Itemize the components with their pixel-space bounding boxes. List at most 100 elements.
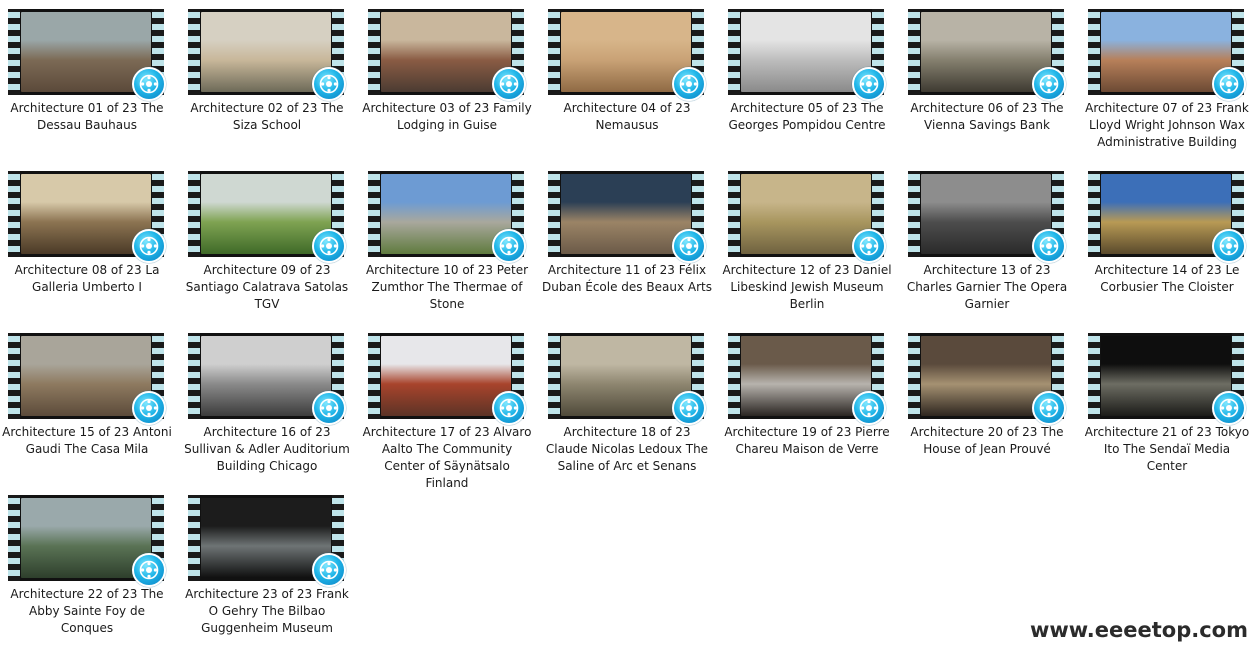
film-perforation [548,171,560,257]
film-perforation [728,171,740,257]
file-name-label: Architecture 18 of 23 Claude Nicolas Led… [545,425,709,473]
film-perforation [1088,9,1100,95]
file-item[interactable]: Architecture 02 of 23 The Siza School [180,8,360,170]
file-item[interactable]: Architecture 06 of 23 The Vienna Savings… [900,8,1080,170]
film-perforation [368,9,380,95]
video-thumbnail[interactable] [8,171,166,263]
video-thumbnail[interactable] [908,333,1066,425]
video-thumbnail[interactable] [368,333,526,425]
video-thumbnail[interactable] [188,171,346,263]
file-grid: Architecture 01 of 23 The Dessau Bauhaus… [0,8,1256,656]
media-player-icon [1212,67,1246,101]
file-name-label: Architecture 22 of 23 The Abby Sainte Fo… [10,587,164,635]
video-thumbnail[interactable] [548,9,706,101]
file-name-label: Architecture 06 of 23 The Vienna Savings… [910,101,1064,132]
media-player-icon [492,67,526,101]
file-name-label: Architecture 09 of 23 Santiago Calatrava… [185,263,349,311]
film-perforation [8,495,20,581]
media-player-icon [132,67,166,101]
file-item[interactable]: Architecture 19 of 23 Pierre Chareu Mais… [720,332,900,494]
file-name-label: Architecture 16 of 23 Sullivan & Adler A… [184,425,350,473]
file-item[interactable]: Architecture 20 of 23 The House of Jean … [900,332,1080,494]
file-item[interactable]: Architecture 07 of 23 Frank Lloyd Wright… [1080,8,1256,170]
media-player-icon [132,391,166,425]
video-thumbnail[interactable] [548,333,706,425]
file-item[interactable]: Architecture 18 of 23 Claude Nicolas Led… [540,332,720,494]
file-name-label: Architecture 10 of 23 Peter Zumthor The … [365,263,529,311]
film-perforation [908,9,920,95]
media-player-icon [852,229,886,263]
film-perforation [188,495,200,581]
film-perforation [1088,171,1100,257]
video-thumbnail[interactable] [188,9,346,101]
file-item[interactable]: Architecture 16 of 23 Sullivan & Adler A… [180,332,360,494]
file-item[interactable]: Architecture 17 of 23 Alvaro Aalto The C… [360,332,540,494]
file-name-label: Architecture 12 of 23 Daniel Libeskind J… [722,263,892,311]
film-perforation [188,333,200,419]
media-player-icon [132,229,166,263]
film-perforation [728,9,740,95]
video-thumbnail[interactable] [728,333,886,425]
file-item[interactable]: Architecture 03 of 23 Family Lodging in … [360,8,540,170]
file-item[interactable]: Architecture 05 of 23 The Georges Pompid… [720,8,900,170]
file-item[interactable]: Architecture 04 of 23 Nemausus [540,8,720,170]
video-thumbnail[interactable] [1088,9,1246,101]
film-perforation [908,171,920,257]
video-thumbnail[interactable] [8,9,166,101]
video-thumbnail[interactable] [368,171,526,263]
film-perforation [188,9,200,95]
file-name-label: Architecture 19 of 23 Pierre Chareu Mais… [724,425,890,456]
file-name-label: Architecture 14 of 23 Le Corbusier The C… [1094,263,1240,294]
film-perforation [368,333,380,419]
watermark: www.eeeetop.com [1029,618,1248,642]
file-item[interactable]: Architecture 08 of 23 La Galleria Umbert… [0,170,180,332]
file-item[interactable]: Architecture 22 of 23 The Abby Sainte Fo… [0,494,180,656]
file-item[interactable]: Architecture 01 of 23 The Dessau Bauhaus [0,8,180,170]
media-player-icon [672,229,706,263]
film-perforation [548,333,560,419]
file-name-label: Architecture 23 of 23 Frank O Gehry The … [185,587,349,635]
video-thumbnail[interactable] [188,495,346,587]
file-name-label: Architecture 08 of 23 La Galleria Umbert… [14,263,160,294]
video-thumbnail[interactable] [728,171,886,263]
file-name-label: Architecture 21 of 23 Tokyo Ito The Send… [1084,425,1250,473]
media-player-icon [492,229,526,263]
media-player-icon [852,391,886,425]
media-player-icon [672,67,706,101]
video-thumbnail[interactable] [368,9,526,101]
media-player-icon [672,391,706,425]
file-item[interactable]: Architecture 10 of 23 Peter Zumthor The … [360,170,540,332]
media-player-icon [852,67,886,101]
file-name-label: Architecture 07 of 23 Frank Lloyd Wright… [1085,101,1249,149]
video-thumbnail[interactable] [8,495,166,587]
file-item[interactable]: Architecture 12 of 23 Daniel Libeskind J… [720,170,900,332]
file-name-label: Architecture 20 of 23 The House of Jean … [910,425,1064,456]
video-thumbnail[interactable] [8,333,166,425]
file-item[interactable]: Architecture 23 of 23 Frank O Gehry The … [180,494,360,656]
video-thumbnail[interactable] [728,9,886,101]
file-item[interactable]: Architecture 15 of 23 Antoni Gaudi The C… [0,332,180,494]
video-thumbnail[interactable] [1088,171,1246,263]
video-thumbnail[interactable] [188,333,346,425]
file-item[interactable]: Architecture 14 of 23 Le Corbusier The C… [1080,170,1256,332]
media-player-icon [492,391,526,425]
film-perforation [8,171,20,257]
video-thumbnail[interactable] [908,9,1066,101]
file-name-label: Architecture 01 of 23 The Dessau Bauhaus [10,101,164,132]
media-player-icon [312,391,346,425]
file-item[interactable]: Architecture 11 of 23 Félix Duban École … [540,170,720,332]
file-item[interactable]: Architecture 21 of 23 Tokyo Ito The Send… [1080,332,1256,494]
file-name-label: Architecture 17 of 23 Alvaro Aalto The C… [362,425,532,490]
media-player-icon [312,229,346,263]
video-thumbnail[interactable] [908,171,1066,263]
file-name-label: Architecture 13 of 23 Charles Garnier Th… [906,263,1068,311]
media-player-icon [132,553,166,587]
media-player-icon [312,553,346,587]
file-item[interactable]: Architecture 13 of 23 Charles Garnier Th… [900,170,1080,332]
video-thumbnail[interactable] [1088,333,1246,425]
file-item[interactable]: Architecture 09 of 23 Santiago Calatrava… [180,170,360,332]
video-thumbnail[interactable] [548,171,706,263]
media-player-icon [1032,229,1066,263]
film-perforation [8,333,20,419]
film-perforation [548,9,560,95]
